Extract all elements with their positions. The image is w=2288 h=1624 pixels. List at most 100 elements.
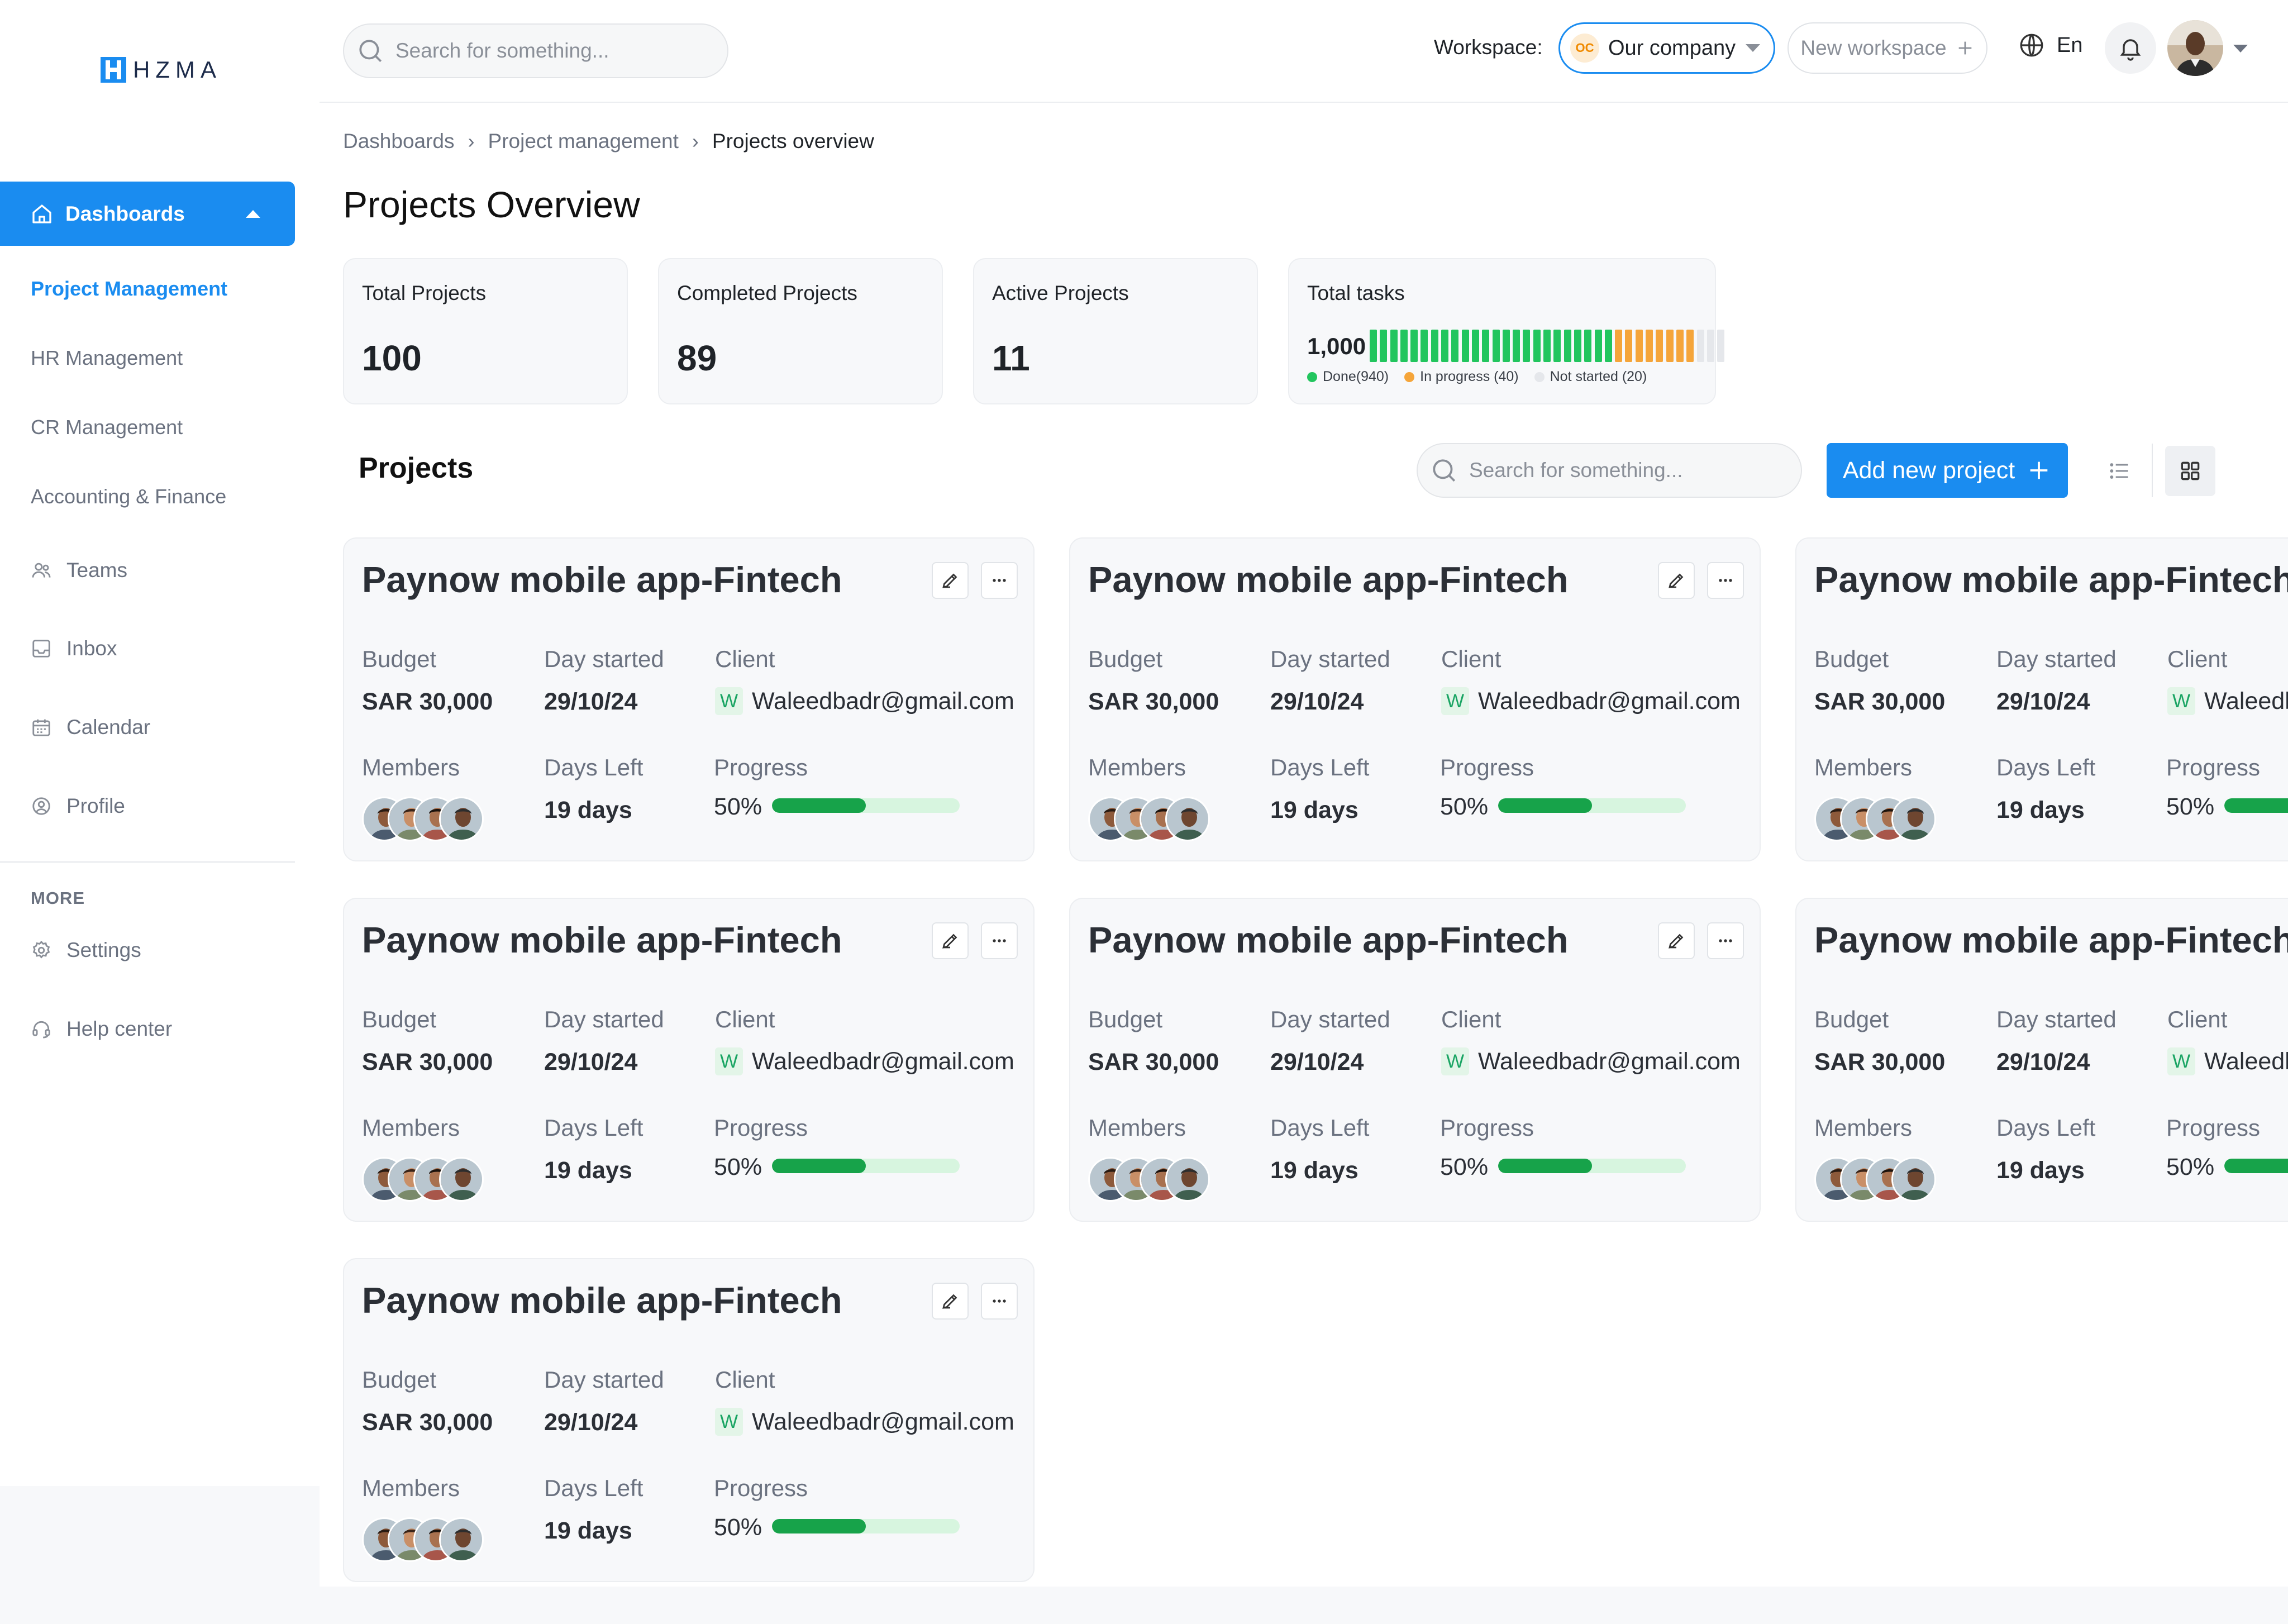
task-segment-done bbox=[1604, 330, 1612, 362]
client-label: Client bbox=[2167, 646, 2228, 672]
days-left-label: Days Left bbox=[544, 754, 644, 780]
project-title: Paynow mobile app-Fintech bbox=[362, 1280, 842, 1321]
logo[interactable]: HZMA bbox=[101, 56, 222, 84]
project-card[interactable]: Paynow mobile app-Fintech Budget Day sta… bbox=[1795, 537, 2288, 861]
user-menu-caret-icon[interactable] bbox=[2233, 45, 2248, 53]
edit-project-button[interactable] bbox=[932, 922, 969, 959]
project-card[interactable]: Paynow mobile app-Fintech Budget Day sta… bbox=[1069, 898, 1761, 1222]
member-avatar bbox=[1891, 1157, 1936, 1202]
sidebar-subitem-accounting-finance[interactable]: Accounting & Finance bbox=[31, 485, 226, 508]
project-card[interactable]: Paynow mobile app-Fintech Budget Day sta… bbox=[343, 1258, 1035, 1582]
project-card[interactable]: Paynow mobile app-Fintech Budget Day sta… bbox=[343, 537, 1035, 861]
breadcrumb-item-dashboards[interactable]: Dashboards bbox=[343, 130, 455, 153]
sidebar-item-help-center[interactable]: Help center bbox=[31, 1017, 172, 1041]
task-segment-done bbox=[1513, 330, 1520, 362]
task-segment-in-progress bbox=[1676, 330, 1684, 362]
grid-view-toggle[interactable] bbox=[2165, 446, 2215, 496]
client-badge: W bbox=[1441, 1047, 1469, 1075]
language-label: En bbox=[2057, 33, 2083, 57]
day-started-value: 29/10/24 bbox=[544, 688, 638, 715]
client-badge: W bbox=[2167, 687, 2195, 715]
task-segment-in-progress bbox=[1635, 330, 1643, 362]
progress-fill bbox=[2224, 798, 2288, 813]
members-avatars[interactable] bbox=[362, 1517, 496, 1564]
sidebar-subitem-cr-management[interactable]: CR Management bbox=[31, 416, 183, 439]
search-icon bbox=[1433, 459, 1456, 482]
sidebar-item-label: Dashboards bbox=[65, 202, 185, 225]
project-title: Paynow mobile app-Fintech bbox=[362, 559, 842, 600]
pencil-icon bbox=[942, 934, 957, 949]
budget-label: Budget bbox=[362, 1006, 437, 1032]
progress-label: Progress bbox=[714, 1475, 808, 1501]
sidebar-item-dashboards[interactable]: Dashboards bbox=[0, 182, 295, 246]
sidebar-item-calendar[interactable]: Calendar bbox=[31, 716, 150, 739]
breadcrumb-item-project-management[interactable]: Project management bbox=[488, 130, 679, 153]
list-view-toggle[interactable] bbox=[2100, 451, 2139, 490]
members-label: Members bbox=[1814, 754, 1913, 780]
more-options-button[interactable] bbox=[981, 562, 1018, 599]
sidebar-item-inbox[interactable]: Inbox bbox=[31, 637, 117, 660]
workspace-select[interactable]: OC Our company bbox=[1558, 22, 1775, 74]
pencil-icon bbox=[942, 1294, 957, 1309]
project-title: Paynow mobile app-Fintech bbox=[1088, 559, 1569, 600]
project-card[interactable]: Paynow mobile app-Fintech Budget Day sta… bbox=[343, 898, 1035, 1222]
task-segment-done bbox=[1533, 330, 1541, 362]
progress-fill bbox=[1498, 1159, 1592, 1173]
stat-card-total-projects: Total Projects 100 bbox=[343, 258, 628, 404]
stat-label: Total Projects bbox=[362, 282, 487, 304]
edit-project-button[interactable] bbox=[932, 1283, 969, 1320]
progress-fill bbox=[772, 1519, 866, 1533]
edit-project-button[interactable] bbox=[1658, 562, 1695, 599]
budget-label: Budget bbox=[362, 1366, 437, 1393]
legend-item-done: Done(940) bbox=[1307, 369, 1389, 385]
members-avatars[interactable] bbox=[1814, 797, 1948, 844]
user-avatar[interactable] bbox=[2167, 20, 2223, 76]
more-options-button[interactable] bbox=[1707, 922, 1744, 959]
home-icon bbox=[32, 204, 51, 223]
edit-project-button[interactable] bbox=[1658, 922, 1695, 959]
global-search[interactable] bbox=[343, 23, 728, 78]
budget-value: SAR 30,000 bbox=[1088, 1049, 1219, 1075]
task-segment-done bbox=[1441, 330, 1449, 362]
day-started-label: Day started bbox=[544, 1006, 664, 1032]
task-segment-not-started bbox=[1717, 330, 1725, 362]
project-card[interactable]: Paynow mobile app-Fintech Budget Day sta… bbox=[1795, 898, 2288, 1222]
new-workspace-button[interactable]: New workspace bbox=[1788, 22, 1987, 74]
member-avatar bbox=[439, 1517, 484, 1562]
sidebar-subitem-project-management[interactable]: Project Management bbox=[31, 277, 227, 301]
members-avatars[interactable] bbox=[362, 1157, 496, 1204]
more-options-button[interactable] bbox=[981, 1283, 1018, 1320]
more-options-button[interactable] bbox=[1707, 562, 1744, 599]
member-avatar bbox=[439, 797, 484, 841]
chevron-up-icon bbox=[246, 209, 260, 218]
task-segment-done bbox=[1543, 330, 1551, 362]
members-avatars[interactable] bbox=[1814, 1157, 1948, 1204]
projects-search[interactable] bbox=[1417, 443, 1802, 498]
sidebar-subitem-hr-management[interactable]: HR Management bbox=[31, 346, 183, 370]
gear-icon bbox=[32, 940, 50, 959]
add-new-project-button[interactable]: Add new project bbox=[1827, 443, 2068, 498]
progress-fill bbox=[772, 1159, 866, 1173]
bell-icon bbox=[2120, 39, 2141, 61]
calendar-icon bbox=[32, 719, 50, 736]
search-input[interactable] bbox=[395, 39, 708, 63]
members-avatars[interactable] bbox=[1088, 1157, 1222, 1204]
task-segment-done bbox=[1451, 330, 1459, 362]
members-avatars[interactable] bbox=[1088, 797, 1222, 844]
more-options-button[interactable] bbox=[981, 922, 1018, 959]
legend-dot bbox=[1404, 372, 1415, 382]
language-switcher[interactable]: En bbox=[2018, 31, 2082, 59]
sidebar-item-profile[interactable]: Profile bbox=[31, 794, 125, 818]
edit-project-button[interactable] bbox=[932, 562, 969, 599]
plus-icon bbox=[2030, 461, 2048, 479]
members-avatars[interactable] bbox=[362, 797, 496, 844]
sidebar-item-teams[interactable]: Teams bbox=[31, 559, 127, 582]
projects-search-input[interactable] bbox=[1469, 459, 1782, 482]
pencil-icon bbox=[942, 573, 957, 588]
client-value: W Waleedbadr@gmail.com bbox=[1441, 1047, 1741, 1075]
notifications-button[interactable] bbox=[2105, 22, 2156, 74]
task-segment-done bbox=[1380, 330, 1388, 362]
project-card[interactable]: Paynow mobile app-Fintech Budget Day sta… bbox=[1069, 537, 1761, 861]
member-photo-icon bbox=[1893, 798, 1934, 840]
sidebar-item-settings[interactable]: Settings bbox=[31, 939, 141, 962]
